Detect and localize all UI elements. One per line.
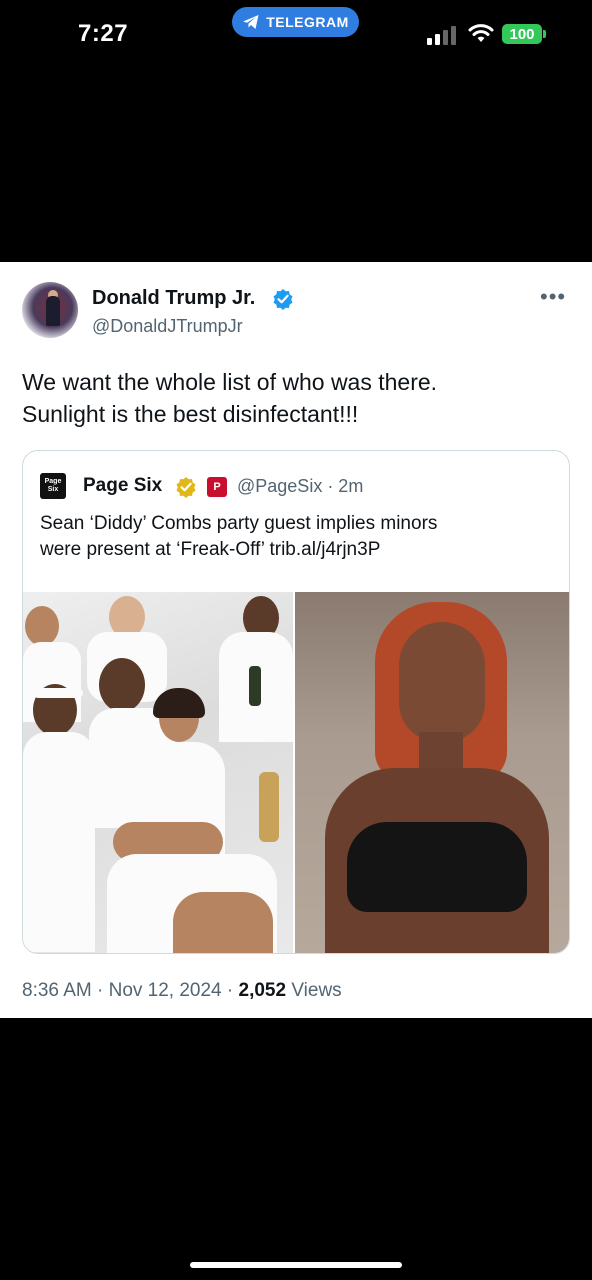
tweet-text: We want the whole list of who was there.…	[22, 366, 562, 430]
views-count: 2,052	[238, 980, 287, 1001]
tweet-text-line: We want the whole list of who was there.	[22, 369, 438, 395]
author-handle[interactable]: @DonaldJTrumpJr	[92, 316, 243, 337]
status-bar: 7:27 TELEGRAM 100	[0, 0, 592, 70]
quote-text-line: were present at ‘Freak-Off’ trib.al/j4rj…	[40, 539, 381, 560]
quote-photo-left[interactable]	[23, 592, 293, 953]
author-avatar[interactable]	[22, 282, 78, 338]
telegram-pill[interactable]: TELEGRAM	[232, 7, 359, 37]
quote-text: Sean ‘Diddy’ Combs party guest implies m…	[40, 511, 560, 563]
home-indicator[interactable]	[190, 1262, 402, 1268]
gold-verified-badge-icon	[176, 477, 196, 498]
tweet-text-line: Sunlight is the best disinfectant!!!	[22, 401, 359, 427]
author-name[interactable]: Donald Trump Jr.	[92, 287, 255, 310]
battery-indicator: 100	[502, 24, 542, 44]
quote-author-name[interactable]: Page Six	[83, 475, 162, 497]
status-time: 7:27	[78, 20, 129, 47]
more-icon[interactable]: •••	[540, 284, 566, 310]
cellular-signal-icon	[427, 26, 456, 45]
quoted-tweet[interactable]: Page Six Page Six P @PageSix · 2m Sean ‘D…	[22, 450, 570, 954]
timestamp-text: 8:36 AM · Nov 12, 2024 ·	[22, 980, 239, 1001]
tweet-timestamp[interactable]: 8:36 AM · Nov 12, 2024 · 2,052 Views	[22, 980, 342, 1002]
tweet-card[interactable]: Donald Trump Jr. @DonaldJTrumpJr ••• We …	[0, 262, 592, 1018]
page-six-logo[interactable]: Page Six	[40, 473, 66, 499]
verified-badge-icon	[273, 289, 293, 310]
quote-photo-right[interactable]	[295, 592, 569, 953]
affiliate-badge-icon: P	[207, 477, 227, 497]
quote-handle-time[interactable]: @PageSix · 2m	[237, 476, 363, 497]
telegram-pill-label: TELEGRAM	[266, 14, 349, 30]
wifi-icon	[468, 24, 494, 42]
telegram-icon	[243, 15, 259, 29]
quote-text-line: Sean ‘Diddy’ Combs party guest implies m…	[40, 513, 438, 534]
views-label: Views	[286, 980, 342, 1001]
battery-tip	[543, 30, 546, 38]
